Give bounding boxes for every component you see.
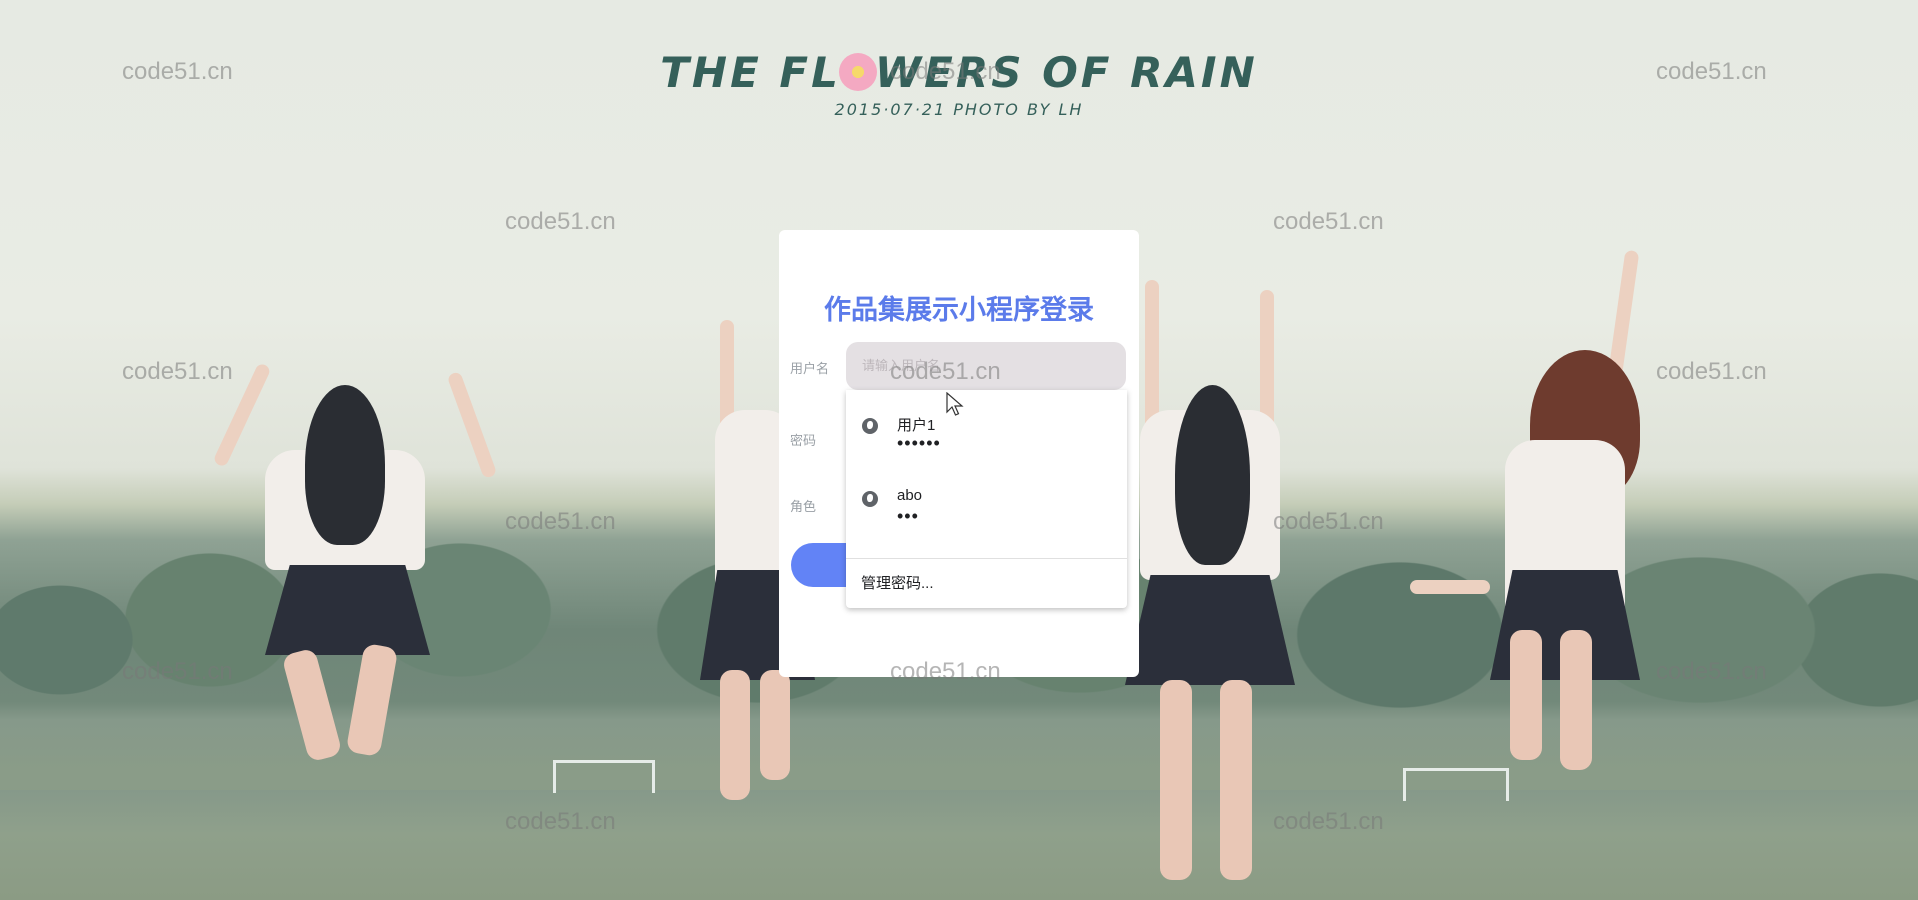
jumping-girl-4 [1410, 249, 1680, 770]
autofill-username: abo [897, 487, 923, 504]
site-title: THE FL WERS OF RAIN [660, 48, 1258, 97]
autofill-dropdown: 用户1 •••••• abo ••• 管理密码... [846, 390, 1127, 608]
background-field [0, 790, 1918, 900]
autofill-password-mask: ••• [897, 506, 919, 526]
globe-icon [862, 418, 878, 434]
globe-icon [862, 491, 878, 507]
role-label: 角色 [790, 500, 817, 515]
manage-passwords-link[interactable]: 管理密码... [861, 572, 934, 593]
soccer-goal-left [553, 760, 655, 793]
flower-icon [838, 53, 877, 91]
login-title: 作品集展示小程序登录 [824, 295, 1094, 326]
soccer-goal-right [1403, 768, 1509, 801]
site-subtitle: 2015·07·21 PHOTO BY LH [834, 100, 1084, 119]
autofill-username: 用户1 [897, 417, 936, 434]
username-label: 用户名 [790, 362, 830, 377]
password-label: 密码 [790, 434, 817, 449]
autofill-password-mask: •••••• [897, 433, 941, 453]
jumping-girl-1 [212, 340, 498, 780]
jumping-girl-3 [1110, 280, 1310, 890]
username-input[interactable] [846, 342, 1126, 390]
dropdown-divider [846, 558, 1127, 559]
autofill-entry[interactable]: abo ••• [846, 463, 1127, 535]
mouse-cursor-icon [946, 392, 964, 416]
autofill-entry[interactable]: 用户1 •••••• [846, 390, 1127, 462]
